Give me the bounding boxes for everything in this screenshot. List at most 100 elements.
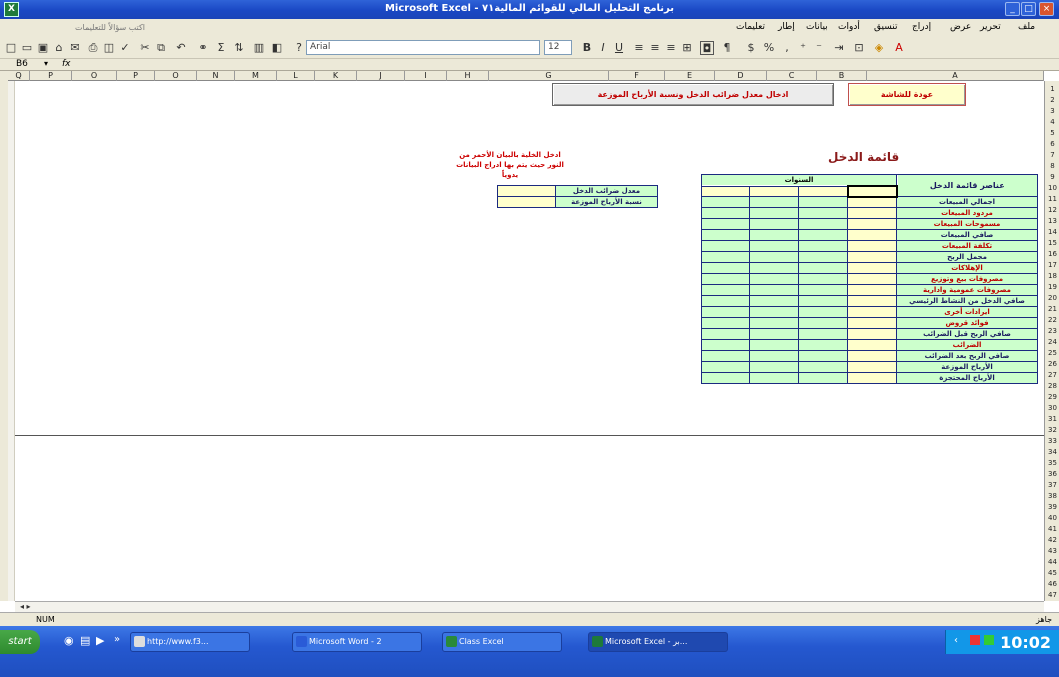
font-size-select[interactable]: 12 bbox=[544, 40, 572, 55]
currency-icon[interactable]: $ bbox=[744, 41, 758, 55]
column-header[interactable]: Q bbox=[8, 71, 30, 81]
year-value-cell[interactable] bbox=[749, 251, 799, 264]
year-value-cell[interactable] bbox=[798, 196, 848, 209]
year-value-cell[interactable] bbox=[798, 339, 848, 352]
year-value-cell[interactable] bbox=[701, 196, 750, 209]
year-value-cell[interactable] bbox=[749, 350, 799, 363]
year-value-cell[interactable] bbox=[749, 229, 799, 242]
menu-item[interactable]: إدراج bbox=[912, 22, 931, 32]
year-value-cell[interactable] bbox=[846, 262, 898, 275]
column-header[interactable]: O bbox=[155, 71, 197, 81]
year-value-cell[interactable] bbox=[749, 273, 799, 286]
column-header[interactable]: K bbox=[315, 71, 357, 81]
year-value-cell[interactable] bbox=[798, 273, 848, 286]
year-value-cell[interactable] bbox=[749, 262, 799, 275]
column-header[interactable]: C bbox=[767, 71, 817, 81]
dividend-ratio-input[interactable] bbox=[497, 196, 556, 208]
font-name-select[interactable]: Arial bbox=[306, 40, 540, 55]
autosum-icon[interactable]: Σ bbox=[214, 41, 228, 55]
cut-icon[interactable]: ✂ bbox=[138, 41, 152, 55]
sort-ascending-icon[interactable]: ⇅ bbox=[232, 41, 246, 55]
indent-icon[interactable]: ⇥ bbox=[832, 41, 846, 55]
year-value-cell[interactable] bbox=[798, 240, 848, 253]
year-value-cell[interactable] bbox=[798, 207, 848, 220]
chart-wizard-icon[interactable]: ▥ bbox=[252, 41, 266, 55]
undo-icon[interactable]: ↶ bbox=[174, 41, 188, 55]
help-search-box[interactable]: اكتب سؤالاً للتعليمات bbox=[34, 22, 149, 34]
merge-center-icon[interactable]: ⊞ bbox=[680, 41, 694, 55]
quick-launch-ie-icon[interactable]: ◉ bbox=[64, 634, 74, 647]
print-preview-icon[interactable]: ◫ bbox=[102, 41, 116, 55]
save-icon[interactable]: ▣ bbox=[36, 41, 50, 55]
tray-arrow-icon[interactable]: ‹ bbox=[954, 635, 958, 646]
year-value-cell[interactable] bbox=[701, 218, 750, 231]
year-input-cell[interactable] bbox=[798, 185, 848, 198]
tray-app-icon[interactable] bbox=[970, 635, 980, 645]
taskbar-task-button[interactable]: Microsoft Excel - بر... bbox=[588, 632, 728, 652]
menu-item[interactable]: تنسيق bbox=[874, 22, 897, 32]
year-input-cell[interactable] bbox=[701, 185, 750, 198]
year-value-cell[interactable] bbox=[749, 306, 799, 319]
percent-icon[interactable]: % bbox=[762, 41, 776, 55]
column-header[interactable]: J bbox=[357, 71, 405, 81]
year-value-cell[interactable] bbox=[701, 317, 750, 330]
year-value-cell[interactable] bbox=[749, 317, 799, 330]
drawing-icon[interactable]: ◧ bbox=[270, 41, 284, 55]
column-header[interactable]: N bbox=[197, 71, 235, 81]
year-value-cell[interactable] bbox=[846, 207, 898, 220]
column-header[interactable]: O bbox=[72, 71, 117, 81]
start-button[interactable]: start bbox=[0, 630, 40, 654]
menu-item[interactable]: تعليمات bbox=[736, 22, 765, 32]
year-value-cell[interactable] bbox=[749, 196, 799, 209]
quick-launch-desktop-icon[interactable]: ▤ bbox=[80, 634, 90, 647]
year-value-cell[interactable] bbox=[846, 306, 898, 319]
year-value-cell[interactable] bbox=[846, 339, 898, 352]
year-value-cell[interactable] bbox=[798, 262, 848, 275]
decrease-decimal-icon[interactable]: ⁻ bbox=[812, 41, 826, 55]
year-value-cell[interactable] bbox=[749, 284, 799, 297]
year-value-cell[interactable] bbox=[701, 284, 750, 297]
year-value-cell[interactable] bbox=[749, 240, 799, 253]
year-value-cell[interactable] bbox=[749, 218, 799, 231]
year-value-cell[interactable] bbox=[846, 284, 898, 297]
year-value-cell[interactable] bbox=[701, 339, 750, 352]
year-value-cell[interactable] bbox=[701, 328, 750, 341]
year-value-cell[interactable] bbox=[701, 350, 750, 363]
year-value-cell[interactable] bbox=[701, 229, 750, 242]
print-icon[interactable]: ⎙ bbox=[86, 41, 100, 55]
maximize-button[interactable]: □ bbox=[1021, 2, 1036, 16]
year-value-cell[interactable] bbox=[701, 207, 750, 220]
year-value-cell[interactable] bbox=[798, 229, 848, 242]
sheet-direction-icon[interactable]: ¶ bbox=[720, 41, 734, 55]
year-value-cell[interactable] bbox=[749, 295, 799, 308]
new-document-icon[interactable]: □ bbox=[4, 41, 18, 55]
name-box[interactable]: B6 bbox=[16, 59, 38, 70]
year-value-cell[interactable] bbox=[798, 317, 848, 330]
year-value-cell[interactable] bbox=[749, 361, 799, 374]
increase-decimal-icon[interactable]: ⁺ bbox=[796, 41, 810, 55]
year-value-cell[interactable] bbox=[798, 361, 848, 374]
align-right-icon[interactable]: ≡ bbox=[664, 41, 678, 55]
menu-item[interactable]: ملف bbox=[1018, 22, 1035, 32]
permission-icon[interactable]: ⌂ bbox=[52, 41, 66, 55]
year-value-cell[interactable] bbox=[798, 251, 848, 264]
minimize-button[interactable]: _ bbox=[1005, 2, 1020, 16]
year-value-cell[interactable] bbox=[749, 339, 799, 352]
align-left-icon[interactable]: ≡ bbox=[632, 41, 646, 55]
year-value-cell[interactable] bbox=[701, 273, 750, 286]
year-value-cell[interactable] bbox=[798, 372, 848, 385]
year-value-cell[interactable] bbox=[798, 284, 848, 297]
year-value-cell[interactable] bbox=[749, 207, 799, 220]
menu-item[interactable]: أدوات bbox=[838, 22, 860, 32]
column-header[interactable]: P bbox=[117, 71, 155, 81]
underline-icon[interactable]: U bbox=[612, 41, 626, 55]
column-header[interactable]: F bbox=[609, 71, 665, 81]
column-header[interactable]: I bbox=[405, 71, 447, 81]
year-value-cell[interactable] bbox=[846, 251, 898, 264]
year-value-cell[interactable] bbox=[846, 317, 898, 330]
year-value-cell[interactable] bbox=[749, 372, 799, 385]
row-header[interactable]: 47 bbox=[1046, 589, 1059, 601]
year-value-cell[interactable] bbox=[798, 328, 848, 341]
quick-launch-media-icon[interactable]: ▶ bbox=[96, 634, 104, 647]
quick-launch-more-icon[interactable]: » bbox=[114, 634, 120, 645]
